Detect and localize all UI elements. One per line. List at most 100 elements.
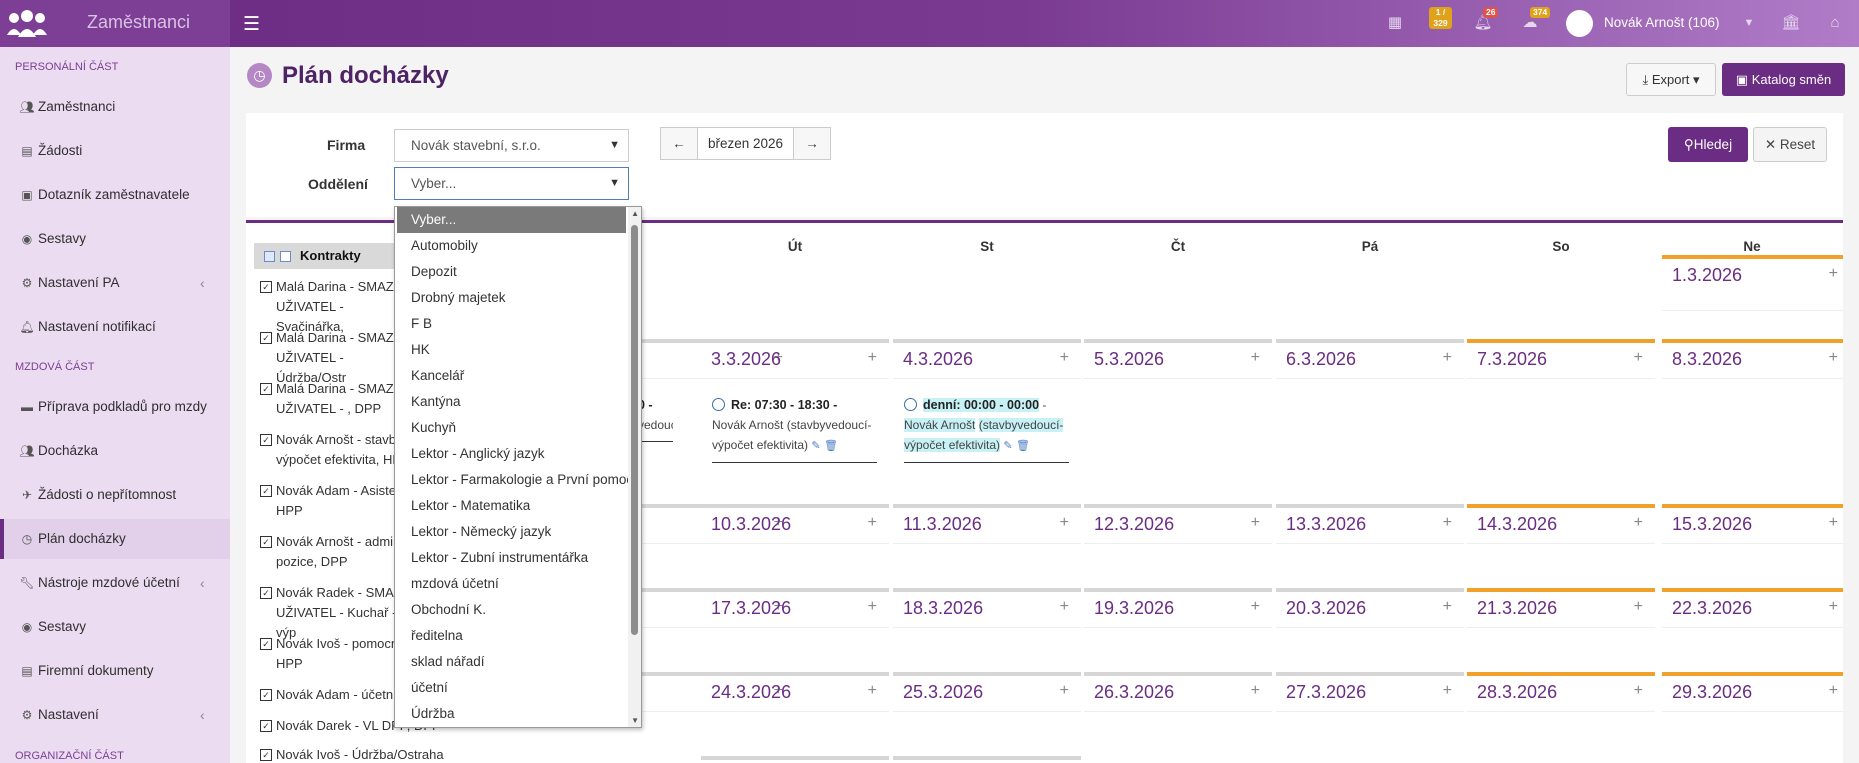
add-shift-icon[interactable]: +: [1251, 682, 1260, 700]
day-cell[interactable]: 19.3.2026 +: [1084, 588, 1272, 628]
dropdown-option[interactable]: Depozit: [395, 259, 628, 285]
sidebar-item-sestavy[interactable]: ◉ Sestavy: [0, 219, 230, 259]
day-cell[interactable]: 10.3.2026 +: [701, 504, 889, 544]
add-shift-icon[interactable]: +: [1443, 514, 1452, 532]
dropdown-option[interactable]: ředitelna: [395, 623, 628, 649]
day-cell[interactable]: 22.3.2026 +: [1662, 588, 1843, 628]
day-cell[interactable]: 7.3.2026 +: [1467, 339, 1655, 379]
shift-entry[interactable]: Re: 07:30 - 18:30 - Novák Arnošt (stavbyv…: [712, 395, 877, 463]
day-cell[interactable]: 26.3.2026 +: [1084, 672, 1272, 712]
dropdown-option[interactable]: Obchodní K.: [395, 597, 628, 623]
day-cell[interactable]: 20.3.2026 +: [1276, 588, 1464, 628]
sidebar-item-zadosti-nepritomnost[interactable]: ✈ Žádosti o nepřítomnost: [0, 475, 230, 515]
dropdown-option[interactable]: Lektor - Matematika: [395, 493, 628, 519]
sidebar-item-dotaznik[interactable]: ▣ Dotazník zaměstnavatele: [0, 175, 230, 215]
day-cell[interactable]: 28.3.2026 +: [1467, 672, 1655, 712]
checkbox-checked-icon[interactable]: ✓: [260, 536, 272, 548]
kontrakt-item[interactable]: ✓ Novák Adam - Asiste HPP: [260, 481, 410, 521]
checkbox-checked-icon[interactable]: ✓: [260, 720, 272, 732]
add-shift-icon[interactable]: +: [1829, 514, 1838, 532]
sidebar-item-zadosti[interactable]: ▤ Žádosti: [0, 131, 230, 171]
checkbox-checked-icon[interactable]: ✓: [260, 332, 272, 344]
scrollbar-thumb[interactable]: [631, 225, 638, 635]
day-cell[interactable]: 18.3.2026 +: [893, 588, 1081, 628]
dropdown-option[interactable]: Lektor - Anglický jazyk: [395, 441, 628, 467]
firma-select[interactable]: Novák stavební, s.r.o. ▼: [394, 129, 629, 162]
sidebar-item-nastaveni[interactable]: ⚙ Nastavení ‹: [0, 695, 230, 735]
add-shift-icon[interactable]: +: [1634, 514, 1643, 532]
day-cell[interactable]: 5.3.2026 +: [1084, 339, 1272, 379]
sidebar-item-dochazka[interactable]: 👥︎ Docházka: [0, 431, 230, 471]
add-shift-icon[interactable]: +: [1060, 682, 1069, 700]
add-shift-icon[interactable]: +: [1251, 598, 1260, 616]
dropdown-option[interactable]: účetní: [395, 675, 628, 701]
tasks-icon[interactable]: ☰ 1 / 329: [1428, 7, 1452, 35]
export-button[interactable]: ⤓ Export ▾: [1626, 63, 1716, 96]
add-shift-icon[interactable]: +: [1060, 514, 1069, 532]
add-shift-icon[interactable]: +: [1443, 349, 1452, 367]
user-avatar[interactable]: [1566, 10, 1593, 37]
add-shift-icon[interactable]: +: [1829, 349, 1838, 367]
kontrakt-item[interactable]: ✓ Novák Ivoš - Údržba/Ostraha: [260, 745, 480, 763]
day-cell[interactable]: 11.3.2026 +: [893, 504, 1081, 544]
day-cell[interactable]: 24.3.2026 +: [701, 672, 889, 712]
day-cell[interactable]: 6.3.2026 +: [1276, 339, 1464, 379]
add-shift-icon[interactable]: +: [1634, 349, 1643, 367]
trash-icon[interactable]: 🗑︎: [824, 440, 838, 452]
menu-toggle-icon[interactable]: ☰: [243, 13, 260, 36]
add-shift-icon[interactable]: +: [868, 349, 877, 367]
add-shift-icon[interactable]: +: [1634, 598, 1643, 616]
day-cell[interactable]: 4.3.2026 +: [893, 339, 1081, 379]
scroll-down-icon[interactable]: ▼: [631, 716, 639, 725]
sidebar-item-priprava-podkladu[interactable]: ▬ Příprava podkladů pro mzdy: [0, 387, 230, 427]
checkbox-checked-icon[interactable]: ✓: [260, 749, 272, 761]
dropdown-option[interactable]: Kantýna: [395, 389, 628, 415]
checkbox-checked-icon[interactable]: ✓: [260, 689, 272, 701]
user-name[interactable]: Novák Arnošt (106): [1604, 15, 1720, 30]
checkbox-checked-icon[interactable]: ✓: [260, 638, 272, 650]
kontrakt-item[interactable]: ✓ Novák Adam - účetn: [260, 685, 410, 705]
checkbox-checked-icon[interactable]: ✓: [260, 383, 272, 395]
dropdown-option[interactable]: Lektor - Německý jazyk: [395, 519, 628, 545]
dropdown-option[interactable]: HK: [395, 337, 628, 363]
katalog-smen-button[interactable]: ▣ Katalog směn: [1722, 63, 1845, 96]
day-cell[interactable]: 8.3.2026 +: [1662, 339, 1843, 379]
sidebar-item-nastroje-mzdove[interactable]: 🔧︎ Nástroje mzdové účetní ‹: [0, 563, 230, 603]
sidebar-item-zamestnanci[interactable]: 👥︎ Zaměstnanci: [0, 87, 230, 127]
calendar-icon[interactable]: ▦: [1383, 11, 1407, 35]
add-shift-icon[interactable]: +: [868, 598, 877, 616]
dropdown-option[interactable]: sklad nářadí: [395, 649, 628, 675]
radio-circle-icon[interactable]: [904, 398, 917, 411]
add-shift-icon[interactable]: +: [1443, 598, 1452, 616]
day-cell[interactable]: 15.3.2026 +: [1662, 504, 1843, 544]
day-cell[interactable]: 12.3.2026 +: [1084, 504, 1272, 544]
add-shift-icon[interactable]: +: [1251, 349, 1260, 367]
edit-icon[interactable]: ✎: [811, 440, 820, 452]
day-cell[interactable]: 25.3.2026 +: [893, 672, 1081, 712]
add-shift-icon[interactable]: +: [1829, 682, 1838, 700]
deselect-all-checkbox[interactable]: [280, 251, 291, 262]
checkbox-checked-icon[interactable]: ✓: [260, 434, 272, 446]
add-shift-icon[interactable]: +: [868, 514, 877, 532]
dropdown-option[interactable]: mzdová účetní: [395, 571, 628, 597]
add-shift-icon[interactable]: +: [1060, 598, 1069, 616]
day-cell[interactable]: 14.3.2026 +: [1467, 504, 1655, 544]
kontrakt-item[interactable]: ✓ Novák Arnošt - admi pozice, DPP: [260, 532, 410, 572]
shift-entry[interactable]: denní: 00:00 - 00:00 - Novák Arnošt (stav…: [904, 395, 1069, 463]
checkbox-checked-icon[interactable]: ✓: [260, 281, 272, 293]
oddeleni-dropdown-list[interactable]: Vyber... Automobily Depozit Drobný majet…: [394, 206, 642, 728]
day-cell[interactable]: [701, 756, 889, 763]
add-shift-icon[interactable]: +: [1829, 265, 1838, 283]
sidebar-item-firemni-dokumenty[interactable]: ▤ Firemní dokumenty: [0, 651, 230, 691]
dropdown-option[interactable]: F B: [395, 311, 628, 337]
trash-icon[interactable]: 🗑︎: [1016, 440, 1030, 452]
sidebar-item-nastaveni-notifikaci[interactable]: 🔔︎ Nastavení notifikací: [0, 307, 230, 347]
user-menu-caret-icon[interactable]: ▼: [1737, 11, 1761, 35]
sidebar-item-nastaveni-pa[interactable]: ⚙ Nastavení PA ‹: [0, 263, 230, 303]
sidebar-item-plan-dochazky[interactable]: ◷ Plán docházky: [0, 519, 230, 559]
day-cell[interactable]: 17.3.2026 +: [701, 588, 889, 628]
dropdown-option[interactable]: Automobily: [395, 233, 628, 259]
add-shift-icon[interactable]: +: [1829, 598, 1838, 616]
checkbox-checked-icon[interactable]: ✓: [260, 485, 272, 497]
reset-button[interactable]: ✕ Reset: [1753, 127, 1827, 162]
